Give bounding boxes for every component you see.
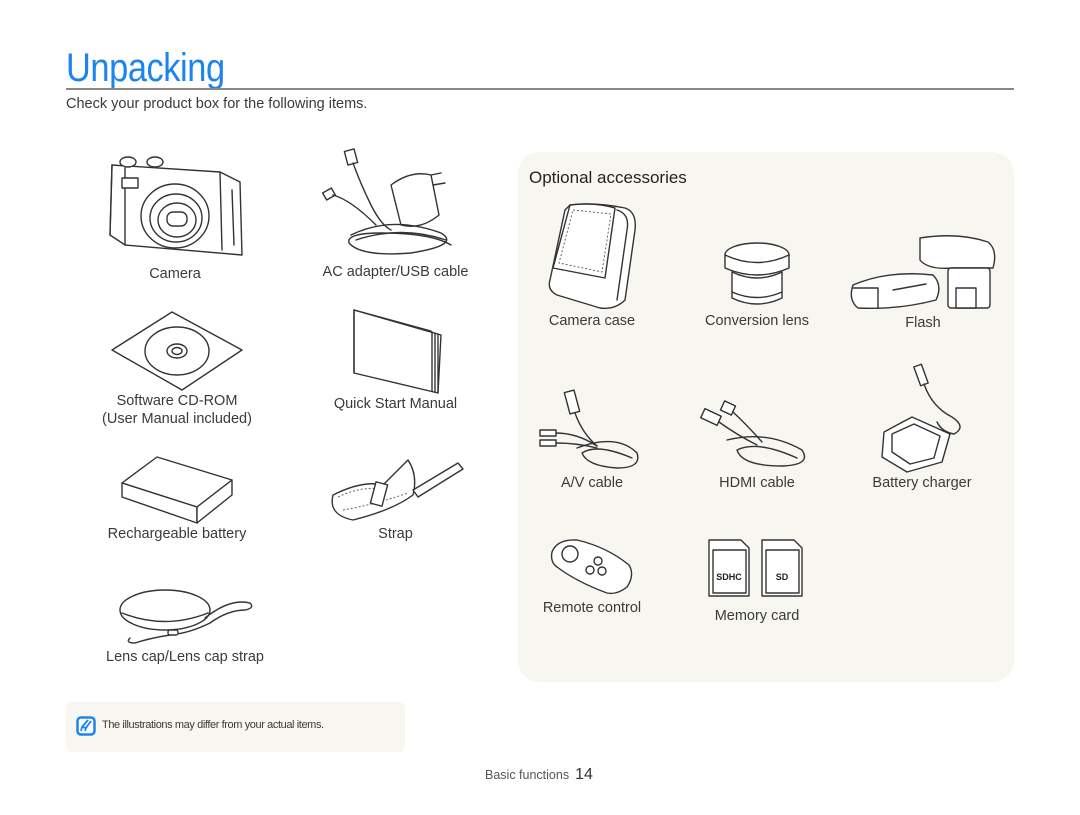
camera-case-icon	[548, 203, 636, 310]
flash-icon	[850, 235, 996, 309]
item-label: Camera	[149, 266, 201, 282]
note-text: The illustrations may differ from your a…	[102, 719, 324, 731]
sdhc-label: SDHC	[716, 572, 742, 582]
lens-cap-icon	[119, 589, 253, 644]
page-footer: Basic functions 14	[485, 766, 593, 784]
optional-item-memory-card: SDHC SD Memory card	[697, 538, 817, 625]
av-cable-icon	[539, 389, 639, 469]
optional-item-battery-charger: Battery charger	[862, 362, 982, 492]
optional-accessories-title: Optional accessories	[529, 168, 687, 187]
conversion-lens-icon	[724, 242, 790, 305]
item-label: Rechargeable battery	[107, 526, 247, 542]
optional-item-hdmi-cable: HDMI cable	[697, 400, 817, 492]
optional-item-av-cable: A/V cable	[532, 388, 652, 492]
cd-rom-icon	[111, 311, 243, 391]
memory-card-icon: SDHC SD	[708, 539, 803, 597]
optional-item-remote-control: Remote control	[532, 537, 652, 617]
item-label: Battery charger	[872, 475, 972, 491]
page-number: 14	[575, 766, 593, 783]
item-lens-cap: Lens cap/Lens cap strap	[95, 588, 275, 666]
intro-text: Check your product box for the following…	[66, 96, 368, 112]
item-label: Quick Start Manual	[333, 396, 458, 412]
item-camera: Camera	[95, 150, 255, 283]
item-label: Remote control	[542, 600, 642, 616]
manual-icon	[352, 309, 442, 394]
item-strap: Strap	[313, 455, 478, 543]
hdmi-cable-icon	[700, 400, 806, 467]
item-label: Memory card	[714, 608, 800, 624]
title-divider	[66, 88, 1014, 90]
battery-charger-icon	[881, 363, 961, 473]
item-label: HDMI cable	[719, 475, 795, 491]
strap-icon	[331, 459, 464, 521]
item-label: Lens cap/Lens cap strap	[106, 649, 264, 665]
item-ac-adapter: AC adapter/USB cable	[313, 145, 478, 281]
battery-icon	[121, 456, 233, 524]
item-label: Conversion lens	[705, 313, 809, 329]
optional-item-camera-case: Camera case	[532, 200, 652, 330]
footer-section: Basic functions	[485, 768, 570, 782]
camera-icon	[109, 156, 243, 256]
item-quick-start-manual: Quick Start Manual	[313, 305, 478, 413]
item-cd-rom: Software CD-ROM (User Manual included)	[97, 310, 257, 428]
note-box: The illustrations may differ from your a…	[66, 702, 405, 752]
item-label-sub: (User Manual included)	[102, 411, 252, 427]
page-title: Unpacking	[66, 46, 225, 90]
item-battery: Rechargeable battery	[97, 455, 257, 543]
item-label: Software CD-ROM	[116, 393, 238, 409]
optional-item-flash: Flash	[848, 230, 998, 332]
sd-label: SD	[776, 572, 789, 582]
optional-item-conversion-lens: Conversion lens	[697, 240, 817, 330]
ac-adapter-icon	[321, 148, 452, 255]
item-label: Flash	[905, 315, 941, 331]
item-label: AC adapter/USB cable	[322, 264, 469, 280]
note-pencil-icon	[76, 716, 96, 736]
item-label: A/V cable	[560, 475, 624, 491]
remote-control-icon	[550, 539, 633, 595]
item-label: Strap	[378, 526, 413, 542]
item-label: Camera case	[548, 313, 636, 329]
